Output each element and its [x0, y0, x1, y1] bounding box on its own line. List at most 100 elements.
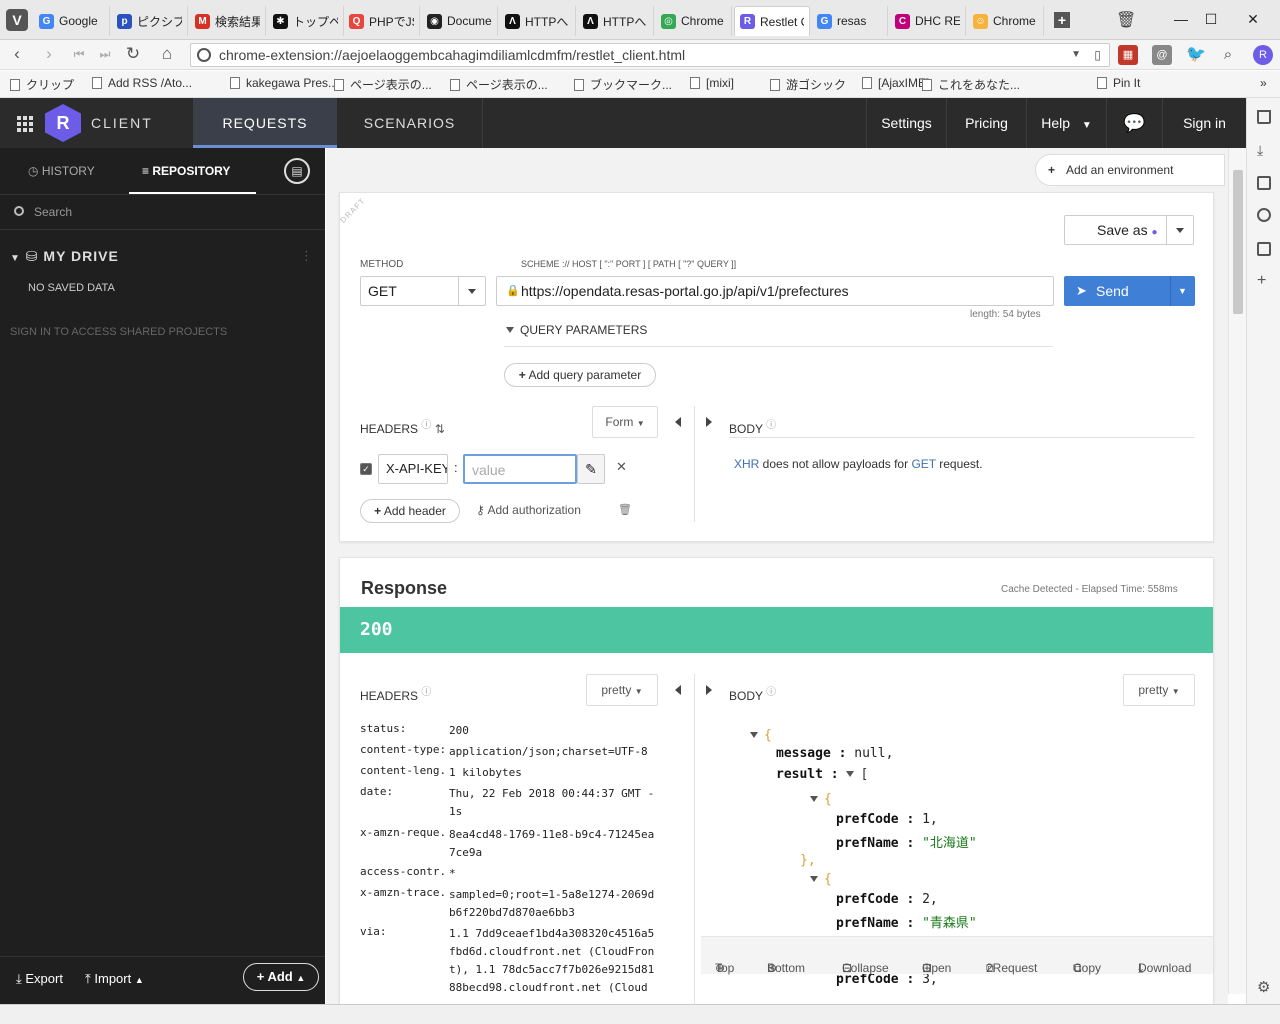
bookmarks-panel-icon[interactable] — [1257, 110, 1271, 124]
delete-all-icon[interactable]: 🗑 — [618, 503, 632, 516]
remove-header-icon[interactable]: ✕ — [616, 459, 627, 475]
search-extension-icon[interactable]: ⌕ — [1218, 45, 1238, 65]
apps-grid-icon[interactable] — [17, 116, 33, 132]
query-params-toggle[interactable]: QUERY PARAMETERS — [506, 323, 647, 337]
magic-wand-icon[interactable]: ✎ — [577, 454, 605, 484]
import-button[interactable]: ⤒ Import ▲ — [85, 971, 144, 987]
browser-tab[interactable]: Λ HTTPへ — [500, 6, 576, 36]
save-as-button[interactable]: Save as ● — [1064, 215, 1194, 245]
bookmark-item[interactable]: kakegawa Pres... — [230, 76, 338, 90]
browser-tab[interactable]: Gresas — [812, 6, 888, 36]
bookmark-item[interactable]: ブックマーク... — [574, 76, 672, 93]
browser-tab[interactable]: G Google — [34, 6, 110, 36]
json-root-open[interactable]: { — [750, 728, 772, 743]
save-as-dropdown-icon[interactable] — [1166, 216, 1193, 244]
my-drive-header[interactable]: ▼ ⛁ MY DRIVE — [10, 248, 119, 265]
collapse-left-icon[interactable] — [675, 685, 681, 695]
browser-tab[interactable]: M 検索結果 — [190, 6, 266, 36]
url-input[interactable]: chrome-extension://aejoelaoggembcahagimd… — [190, 43, 1110, 67]
browser-tab[interactable]: ◉ Document — [422, 6, 498, 36]
bookmark-item[interactable]: [AjaxIME] — [862, 76, 929, 90]
reload-icon[interactable]: ↻ — [122, 44, 144, 64]
url-dropdown-icon[interactable]: ▼ — [1071, 44, 1081, 66]
minimize-window-button[interactable]: — — [1166, 7, 1196, 31]
json-result-line[interactable]: result : [ — [776, 767, 868, 782]
header-enabled-checkbox[interactable]: ✓ — [360, 463, 372, 475]
extension-red-icon[interactable]: ▦ — [1118, 45, 1138, 65]
browser-tab[interactable]: Q PHPでJS — [344, 6, 420, 36]
get-link[interactable]: GET — [911, 457, 935, 471]
new-document-icon[interactable]: ▤ — [284, 158, 310, 184]
bookmark-item[interactable]: Pin It — [1097, 76, 1140, 90]
add-panel-icon[interactable]: + — [1257, 273, 1271, 289]
collapse-right-icon[interactable] — [706, 417, 712, 427]
bookmark-page-icon[interactable]: ▯ — [1094, 44, 1101, 66]
body-pretty-select[interactable]: pretty ▼ — [1123, 674, 1195, 706]
url-field[interactable]: 🔒 https://opendata.resas-portal.go.jp/api… — [496, 276, 1054, 306]
help-menu[interactable]: Help ▼ — [1026, 98, 1106, 148]
tab-requests[interactable]: REQUESTS — [193, 98, 337, 148]
home-icon[interactable]: ⌂ — [156, 44, 178, 64]
history-panel-icon[interactable] — [1257, 208, 1271, 222]
bookmark-item[interactable]: 游ゴシック — [770, 76, 846, 93]
browser-tab[interactable]: p ピクシブ — [112, 6, 188, 36]
signin-link[interactable]: Sign in — [1162, 98, 1246, 148]
send-dropdown-icon[interactable]: ▼ — [1178, 276, 1187, 306]
browser-tab[interactable]: ◎ Chrome — [656, 6, 732, 36]
bookmark-item[interactable]: ページ表示の... — [450, 76, 548, 93]
browser-tab[interactable]: R Restlet Client — [734, 6, 810, 36]
main-scrollbar[interactable] — [1228, 148, 1246, 994]
scrollbar-thumb[interactable] — [1233, 170, 1243, 314]
bookmark-item[interactable]: [mixi] — [690, 76, 734, 90]
add-button[interactable]: + Add ▲ — [243, 963, 319, 991]
notes-panel-icon[interactable] — [1257, 176, 1271, 190]
back-icon[interactable]: ‹ — [6, 44, 28, 64]
sidebar-tab-history[interactable]: ◷ HISTORY — [28, 148, 108, 194]
collapse-left-icon[interactable] — [675, 417, 681, 427]
settings-link[interactable]: Settings — [866, 98, 946, 148]
extension-save-icon[interactable]: @ — [1152, 45, 1172, 65]
xhr-link[interactable]: XHR — [734, 457, 759, 471]
header-value-input[interactable]: value — [463, 454, 577, 484]
sort-icon[interactable]: ⇅ — [435, 422, 445, 436]
close-window-button[interactable]: ✕ — [1238, 7, 1268, 31]
chat-icon[interactable]: 💬 — [1106, 98, 1162, 148]
browser-tab[interactable]: Λ HTTPへ — [578, 6, 654, 36]
pricing-link[interactable]: Pricing — [946, 98, 1026, 148]
forward-icon[interactable]: › — [38, 44, 60, 64]
headers-pretty-select[interactable]: pretty ▼ — [586, 674, 658, 706]
new-tab-button[interactable]: + — [1054, 12, 1070, 28]
export-button[interactable]: ⤓ Export — [16, 971, 63, 987]
add-query-param-button[interactable]: + Add query parameter — [504, 363, 656, 387]
bookmark-item[interactable]: クリップ — [10, 76, 74, 93]
shared-projects-hint[interactable]: SIGN IN TO ACCESS SHARED PROJECTS — [10, 326, 227, 338]
help-circle-icon[interactable]: ⓘ — [421, 420, 431, 431]
fast-forward-icon[interactable]: ⏭ — [94, 47, 116, 62]
help-circle-icon[interactable]: ⓘ — [766, 420, 776, 431]
method-select[interactable]: GET — [360, 276, 486, 306]
browser-tab[interactable]: ✱ トップページ — [268, 6, 344, 36]
tab-scenarios[interactable]: SCENARIOS — [337, 98, 483, 148]
browser-tab[interactable]: ☺ Chrome — [968, 6, 1044, 36]
sidebar-tab-repository[interactable]: ≡ REPOSITORY — [129, 148, 256, 194]
bookmarks-overflow-icon[interactable]: » — [1260, 76, 1267, 90]
json-item-open[interactable]: { — [810, 872, 832, 887]
collapse-right-icon[interactable] — [706, 685, 712, 695]
browser-tab[interactable]: C DHC REST — [890, 6, 966, 36]
profile-icon[interactable]: R — [1253, 45, 1273, 65]
vivaldi-menu-icon[interactable]: V — [6, 9, 28, 31]
twitter-icon[interactable]: 🐦 — [1186, 45, 1206, 65]
sidebar-search-input[interactable]: Search — [0, 194, 325, 230]
header-key-input[interactable]: X-API-KEY — [378, 454, 448, 484]
bookmark-item[interactable]: Add RSS /Ato... — [92, 76, 192, 90]
closed-tabs-trash-icon[interactable]: 🗑 — [1116, 10, 1136, 30]
json-item-open[interactable]: { — [810, 792, 832, 807]
window-panel-icon[interactable] — [1257, 242, 1271, 256]
bookmark-item[interactable]: これをあなた... — [922, 76, 1020, 93]
add-environment-button[interactable]: + Add an environment — [1035, 154, 1225, 186]
drive-options-icon[interactable]: ⋮ — [300, 248, 313, 264]
site-info-icon[interactable] — [197, 48, 211, 62]
downloads-panel-icon[interactable]: ⤓ — [1257, 142, 1271, 158]
help-circle-icon[interactable]: ⓘ — [421, 687, 431, 698]
maximize-window-button[interactable]: ☐ — [1196, 7, 1226, 31]
